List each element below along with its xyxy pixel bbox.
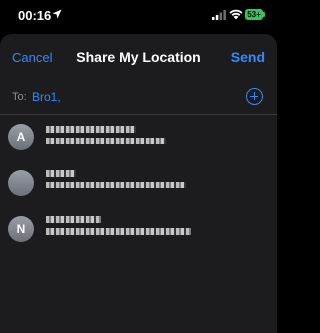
wifi-icon — [229, 9, 243, 20]
contact-avatar — [8, 170, 34, 196]
to-field[interactable]: To: Bro1, — [0, 80, 277, 115]
contact-suggestion[interactable]: N — [0, 210, 277, 256]
contact-avatar: N — [8, 216, 34, 242]
contact-suggestion[interactable]: A — [0, 118, 277, 164]
location-arrow-icon — [52, 9, 62, 19]
contact-avatar: A — [8, 124, 34, 150]
sheet-nav-bar: Cancel Share My Location Send — [0, 34, 277, 80]
redacted-contact-detail — [46, 182, 186, 188]
redacted-contact-name — [46, 216, 101, 223]
redacted-contact-detail — [46, 228, 191, 235]
send-button[interactable]: Send — [231, 49, 265, 65]
battery-icon: 53+ — [245, 9, 263, 20]
contact-suggestions-list: A N — [0, 118, 277, 256]
redacted-contact-name — [46, 126, 136, 133]
recipient-token[interactable]: Bro1, — [32, 90, 61, 104]
status-bar: 00:16 53+ — [0, 0, 277, 30]
redacted-contact-name — [46, 170, 76, 177]
battery-cap — [263, 12, 265, 17]
signal-icon — [212, 10, 226, 20]
share-location-sheet: Cancel Share My Location Send To: Bro1, … — [0, 34, 277, 333]
contact-suggestion[interactable] — [0, 164, 277, 210]
add-recipient-plus-circle-icon[interactable] — [246, 88, 263, 105]
status-time: 00:16 — [18, 8, 52, 23]
to-label: To: — [12, 91, 27, 103]
redacted-contact-detail — [46, 138, 166, 144]
